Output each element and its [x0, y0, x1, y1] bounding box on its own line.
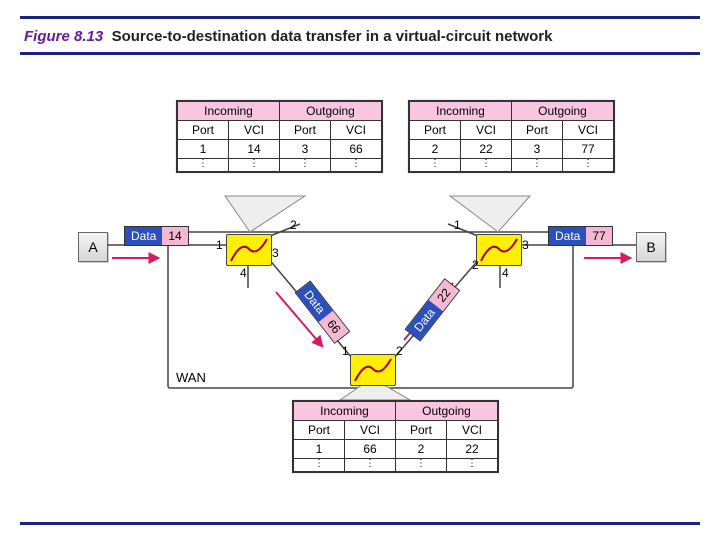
routing-table-top-right: Incoming Outgoing Port VCI Port VCI 2 22…	[408, 100, 615, 173]
switch-right	[476, 234, 522, 266]
callout-table-right	[450, 196, 530, 232]
host-b: B	[636, 232, 666, 262]
packet-b-vci: 77	[586, 227, 611, 245]
routing-table-bottom: Incoming Outgoing Port VCI Port VCI 1 66…	[292, 400, 499, 473]
tr-invci: 22	[461, 140, 512, 159]
hdr-vci2: VCI	[331, 121, 382, 140]
tr-outport: 3	[512, 140, 563, 159]
sw1-port1: 1	[216, 238, 223, 252]
sw3-port1: 1	[454, 218, 461, 232]
tl-inport: 1	[178, 140, 229, 159]
hdr-outgoing: Outgoing	[280, 102, 382, 121]
sw2-port1: 1	[342, 344, 349, 358]
hdr-outgoing-b: Outgoing	[396, 402, 498, 421]
sw3-port2: 2	[472, 258, 479, 272]
packet-a-data: Data	[125, 227, 162, 245]
b-outvci: 22	[447, 440, 498, 459]
routing-table-top-left: Incoming Outgoing Port VCI Port VCI 1 14…	[176, 100, 383, 173]
sw3-port4: 4	[502, 266, 509, 280]
hdr-vci: VCI	[229, 121, 280, 140]
tr-inport: 2	[410, 140, 461, 159]
tl-invci: 14	[229, 140, 280, 159]
hdr-incoming-r: Incoming	[410, 102, 512, 121]
hdr-outgoing-r: Outgoing	[512, 102, 614, 121]
packet-b-in: Data 77	[548, 226, 613, 246]
host-a: A	[78, 232, 108, 262]
stub-sw3-p1	[448, 224, 478, 236]
hdr-incoming-b: Incoming	[294, 402, 396, 421]
switch-bottom	[350, 354, 396, 386]
hdr-port2: Port	[280, 121, 331, 140]
sw1-port4: 4	[240, 266, 247, 280]
hdr-incoming: Incoming	[178, 102, 280, 121]
hdr-port: Port	[178, 121, 229, 140]
tl-outport: 3	[280, 140, 331, 159]
sw2-port2: 2	[396, 344, 403, 358]
sw1-port2: 2	[290, 218, 297, 232]
packet-a-out: Data 14	[124, 226, 189, 246]
sw3-port3: 3	[522, 238, 529, 252]
packet-b-data: Data	[549, 227, 586, 245]
b-invci: 66	[345, 440, 396, 459]
b-inport: 1	[294, 440, 345, 459]
switch-left	[226, 234, 272, 266]
wan-label: WAN	[176, 370, 206, 385]
tr-outvci: 77	[563, 140, 614, 159]
b-outport: 2	[396, 440, 447, 459]
packet-a-vci: 14	[162, 227, 187, 245]
sw1-port3: 3	[272, 246, 279, 260]
tl-outvci: 66	[331, 140, 382, 159]
